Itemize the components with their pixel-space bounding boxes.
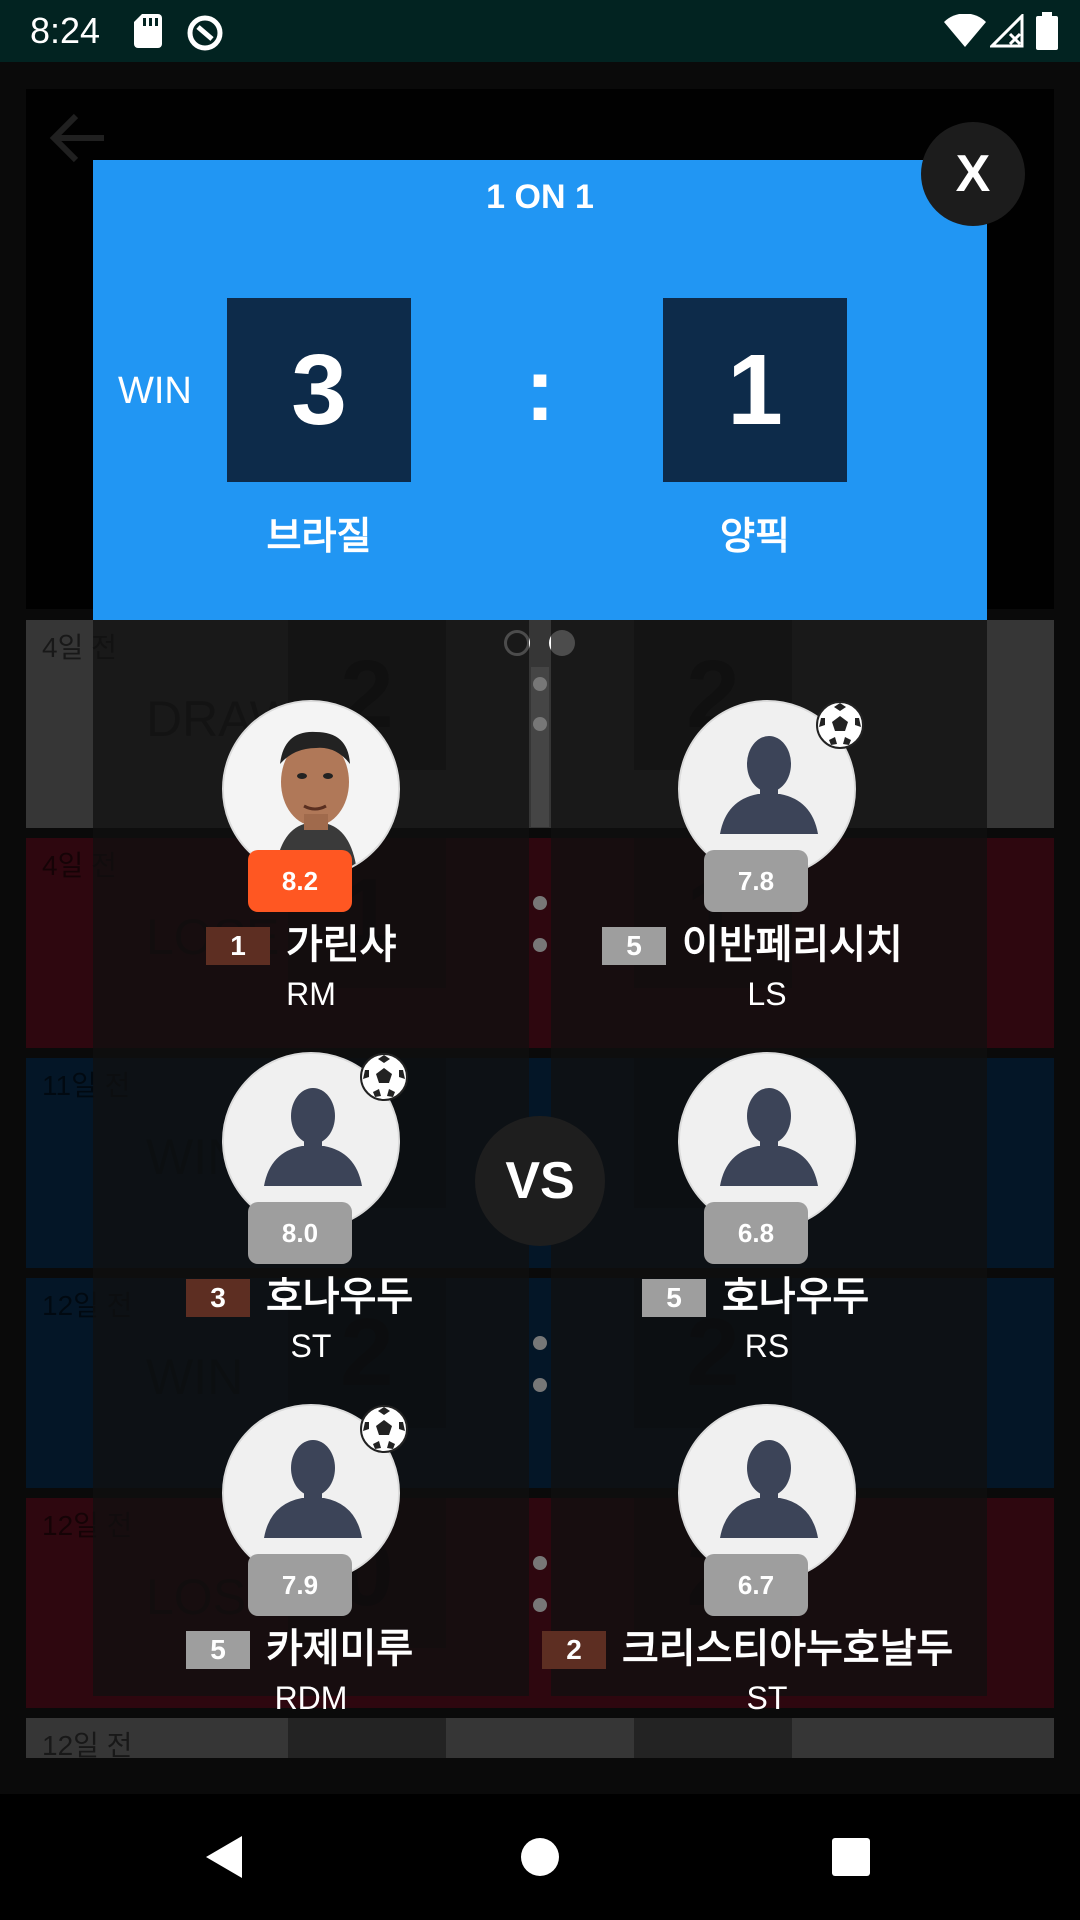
away-player-card[interactable]: 6.8 5 호나우두 RS: [567, 1052, 967, 1364]
player-number: 5: [186, 1631, 250, 1669]
nav-back-icon[interactable]: [204, 1834, 244, 1880]
player-name: 카제미루: [266, 1627, 414, 1671]
wifi-icon: [944, 14, 986, 47]
vs-badge: VS: [475, 1116, 605, 1246]
player-rating: 6.8: [704, 1202, 808, 1264]
center-divider: [531, 667, 549, 827]
score-separator: :: [525, 340, 555, 440]
player-rating: 7.8: [704, 850, 808, 912]
player-name: 가린샤: [286, 923, 397, 967]
player-position: RM: [286, 976, 336, 1012]
divider-dot: [533, 1336, 547, 1350]
home-player-card[interactable]: 8.2 1 가린샤 RM: [111, 700, 511, 1012]
home-player-card[interactable]: 8.0 3 호나우두 ST: [111, 1052, 511, 1364]
divider-dot: [533, 1556, 547, 1570]
sd-card-icon: [134, 14, 162, 48]
status-time: 8:24: [30, 10, 101, 51]
navigation-bar: [0, 1794, 1080, 1920]
player-position: RS: [744, 1328, 790, 1364]
player-position: RDM: [274, 1680, 348, 1716]
dialog-title: 1 ON 1: [486, 178, 594, 216]
away-team-name: 양픽: [720, 516, 790, 558]
battery-icon: [1036, 12, 1058, 50]
player-name: 크리스티아누호날두: [622, 1627, 954, 1671]
divider-dot: [533, 717, 547, 731]
player-number: 3: [186, 1279, 250, 1317]
status-bar: 8:24: [0, 0, 1080, 62]
player-rating: 7.9: [248, 1554, 352, 1616]
divider-dot: [533, 677, 547, 691]
player-position: LS: [747, 976, 787, 1012]
player-position: ST: [746, 1680, 788, 1716]
away-player-card[interactable]: 7.8 5 이반페리시치 LS: [567, 700, 967, 1012]
divider-dot: [533, 1378, 547, 1392]
player-name: 호나우두: [266, 1275, 414, 1319]
player-rating: 8.0: [248, 1202, 352, 1264]
player-number: 5: [602, 927, 666, 965]
goal-ball-icon: [359, 1052, 409, 1102]
player-number: 2: [542, 1631, 606, 1669]
player-rating: 8.2: [248, 850, 352, 912]
away-score: 1: [663, 298, 847, 482]
player-number: 5: [642, 1279, 706, 1317]
home-player-card[interactable]: 7.9 5 카제미루 RDM: [111, 1404, 511, 1716]
away-player-card[interactable]: 6.7 2 크리스티아누호날두 ST: [542, 1404, 967, 1716]
home-score: 3: [227, 298, 411, 482]
divider-dot: [533, 938, 547, 952]
divider-dot: [533, 1598, 547, 1612]
home-team-name: 브라질: [266, 516, 372, 558]
goal-ball-icon: [815, 700, 865, 750]
signal-icon: [990, 14, 1024, 48]
player-number: 1: [206, 927, 270, 965]
nav-home-icon[interactable]: [520, 1837, 560, 1877]
player-name: 이반페리시치: [682, 923, 903, 967]
sync-icon: [187, 15, 223, 51]
player-position: ST: [290, 1328, 332, 1364]
nav-recents-icon[interactable]: [832, 1838, 870, 1876]
close-button[interactable]: X: [921, 122, 1025, 226]
player-rating: 6.7: [704, 1554, 808, 1616]
player-name: 호나우두: [722, 1275, 870, 1319]
result-label: WIN: [118, 370, 192, 412]
score-card: 1 ON 1 WIN 3 : 1 브라질 양픽: [93, 160, 987, 620]
divider-dot: [533, 896, 547, 910]
goal-ball-icon: [359, 1404, 409, 1454]
